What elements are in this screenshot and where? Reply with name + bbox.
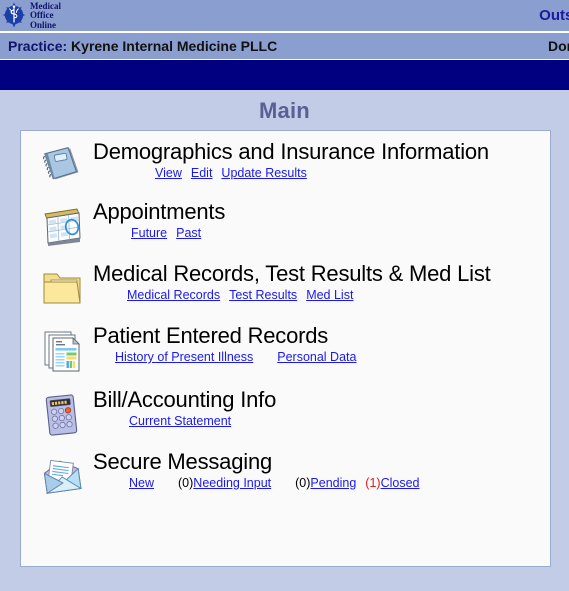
folder-icon (31, 261, 93, 309)
count-needing-input: (0) (178, 476, 194, 490)
logo-wordmark: Medical Office Online (30, 1, 61, 30)
section-title: Patient Entered Records (93, 323, 329, 348)
logo-line-3: Online (30, 19, 57, 30)
link-past[interactable]: Past (176, 226, 201, 240)
link-needing-input[interactable]: Needing Input (193, 476, 271, 490)
link-pending[interactable]: Pending (310, 476, 356, 490)
practice-bar: Practice: Kyrene Internal Medicine PLLC … (0, 32, 569, 60)
practice-name: Kyrene Internal Medicine PLLC (71, 38, 278, 54)
section-links: History of Present Illness Personal Data (93, 349, 550, 366)
section-title: Appointments (93, 199, 226, 224)
link-closed[interactable]: Closed (381, 476, 420, 490)
practice-label: Practice: (8, 38, 68, 54)
section-links: View Edit Update Results (93, 165, 550, 182)
section-body: Demographics and Insurance Information V… (93, 139, 550, 182)
site-logo[interactable]: Medical Office Online (0, 1, 61, 30)
section-medical-records: Medical Records, Test Results & Med List… (21, 261, 550, 309)
branding-bar: Medical Office Online Outside (0, 0, 569, 32)
count-closed: (1) (365, 476, 381, 490)
link-new-message[interactable]: New (129, 476, 154, 490)
section-body: Medical Records, Test Results & Med List… (93, 261, 550, 304)
section-links: Future Past (93, 225, 550, 242)
link-update-results[interactable]: Update Results (221, 166, 306, 180)
link-edit[interactable]: Edit (191, 166, 213, 180)
user-name: Dorette (547, 38, 569, 54)
link-personal-data[interactable]: Personal Data (277, 350, 356, 364)
section-title: Secure Messaging (93, 449, 273, 474)
section-appointments: Appointments Future Past (21, 199, 550, 247)
link-future[interactable]: Future (131, 226, 167, 240)
link-view[interactable]: View (155, 166, 182, 180)
section-secure-messaging: Secure Messaging New (0)Needing Input (0)P… (21, 449, 550, 497)
calculator-icon (31, 387, 93, 437)
link-current-statement[interactable]: Current Statement (129, 414, 231, 428)
link-history-of-present-illness[interactable]: History of Present Illness (115, 350, 253, 364)
section-links: New (0)Needing Input (0)Pending (1)Closed (93, 475, 550, 492)
calendar-icon (31, 199, 93, 247)
page-title: Main (259, 98, 310, 123)
section-body: Bill/Accounting Info Current Statement (93, 387, 550, 430)
count-pending: (0) (295, 476, 311, 490)
section-body: Secure Messaging New (0)Needing Input (0)P… (93, 449, 550, 492)
section-body: Appointments Future Past (93, 199, 550, 242)
documents-icon (31, 323, 93, 373)
caduceus-star-logo-icon (2, 1, 28, 29)
outside-label: Outside (539, 7, 569, 24)
section-links: Current Statement (93, 413, 550, 430)
envelope-icon (31, 449, 93, 497)
section-links: Medical Records Test Results Med List (93, 287, 550, 304)
section-patient-entered-records: Patient Entered Records History of Prese… (21, 323, 550, 373)
main-menu-panel: Demographics and Insurance Information V… (20, 130, 551, 567)
notebook-icon (31, 139, 93, 185)
section-demographics: Demographics and Insurance Information V… (21, 139, 550, 185)
section-title: Demographics and Insurance Information (93, 139, 489, 164)
section-title: Medical Records, Test Results & Med List (93, 261, 491, 286)
link-med-list[interactable]: Med List (306, 288, 353, 302)
link-test-results[interactable]: Test Results (229, 288, 297, 302)
section-body: Patient Entered Records History of Prese… (93, 323, 550, 366)
navigation-bar (0, 60, 569, 90)
section-title: Bill/Accounting Info (93, 387, 277, 412)
practice-info: Practice: Kyrene Internal Medicine PLLC (0, 38, 277, 54)
section-bill-accounting: Bill/Accounting Info Current Statement (21, 387, 550, 437)
link-medical-records[interactable]: Medical Records (127, 288, 220, 302)
